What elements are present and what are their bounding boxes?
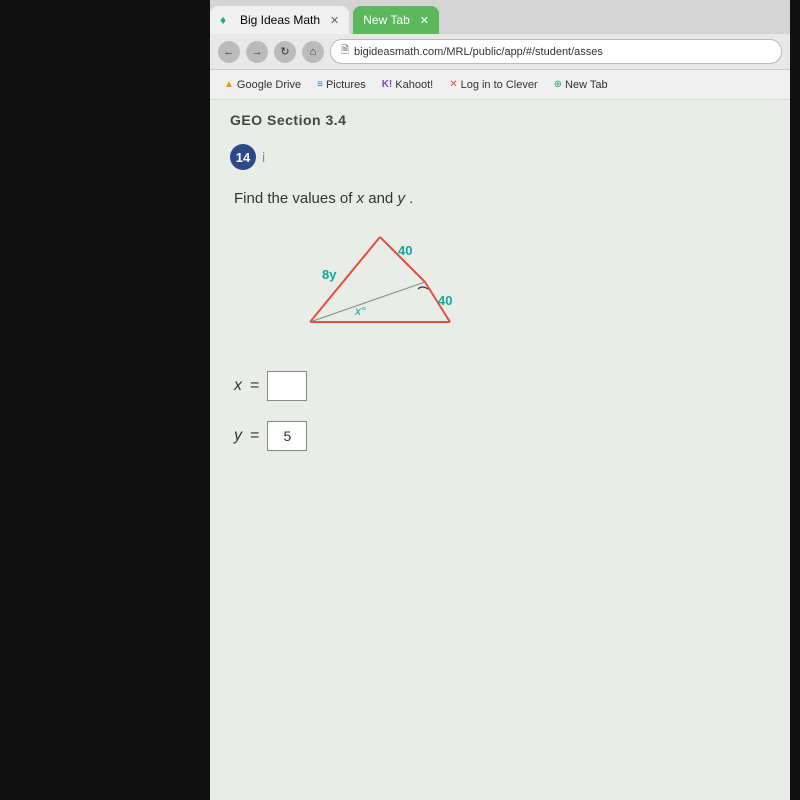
bookmark-newtab-label: New Tab [565,79,608,91]
tab-bar: ♦ Big Ideas Math ✕ New Tab ✕ [210,0,790,34]
url-page-icon: 🗎 [341,43,349,60]
left-dark-panel [0,0,210,800]
tab-bigideas[interactable]: ♦ Big Ideas Math ✕ [210,6,349,34]
clever-icon: ✕ [449,79,457,90]
bookmark-clever[interactable]: ✕ Log in to Clever [443,77,543,93]
x-label: x [234,377,242,395]
svg-text:8y: 8y [322,267,337,282]
url-bar[interactable]: 🗎 bigideasmath.com/MRL/public/app/#/stud… [330,39,782,64]
section-title: GEO Section 3.4 [230,112,770,128]
tab-newtab[interactable]: New Tab ✕ [353,6,439,34]
svg-text:x°: x° [354,304,366,318]
home-button[interactable]: ⌂ [302,41,324,63]
triangle-diagram: 40 40 8y x° [250,227,470,347]
bookmark-newtab[interactable]: ⊕ New Tab [548,77,614,93]
y-equals: = [250,427,259,445]
y-answer-row: y = [234,421,770,451]
bookmark-pictures[interactable]: ≡ Pictures [311,77,372,93]
svg-text:40: 40 [398,243,412,258]
pictures-icon: ≡ [317,79,323,90]
question-number: 14 [230,144,256,170]
address-bar: ← → ↻ ⌂ 🗎 bigideasmath.com/MRL/public/ap… [210,34,790,70]
newtab-tab-close[interactable]: ✕ [420,14,429,27]
browser-window: ♦ Big Ideas Math ✕ New Tab ✕ ← → ↻ ⌂ 🗎 b… [210,0,790,800]
triangle-svg: 40 40 8y x° [250,227,470,347]
url-text: bigideasmath.com/MRL/public/app/#/studen… [354,46,603,58]
right-dark-panel [790,0,800,800]
bookmark-kahoot-label: Kahoot! [395,79,433,91]
info-icon: i [262,149,265,165]
drive-icon: ▲ [224,79,234,90]
question-row: 14 i [230,144,770,170]
kahoot-icon: K! [382,79,393,90]
bookmark-clever-label: Log in to Clever [461,79,538,91]
forward-button[interactable]: → [246,41,268,63]
question-block: 14 i Find the values of x and y . [230,144,770,451]
svg-text:40: 40 [438,293,452,308]
back-button[interactable]: ← [218,41,240,63]
question-text: Find the values of x and y . [234,190,770,207]
bookmark-drive-label: Google Drive [237,79,301,91]
bookmarks-bar: ▲ Google Drive ≡ Pictures K! Kahoot! ✕ L… [210,70,790,100]
bigideas-tab-close[interactable]: ✕ [330,14,339,27]
newtab-icon: ⊕ [554,79,562,90]
bigideas-tab-icon: ♦ [220,13,234,27]
bookmark-kahoot[interactable]: K! Kahoot! [376,77,439,93]
y-label: y [234,427,242,445]
page-content: GEO Section 3.4 14 i Find the values of … [210,100,790,800]
reload-button[interactable]: ↻ [274,41,296,63]
bigideas-tab-label: Big Ideas Math [240,13,320,27]
x-input[interactable] [267,371,307,401]
x-answer-row: x = [234,371,770,401]
bookmark-pictures-label: Pictures [326,79,366,91]
bookmark-drive[interactable]: ▲ Google Drive [218,77,307,93]
x-equals: = [250,377,259,395]
y-input[interactable] [267,421,307,451]
newtab-tab-label: New Tab [363,13,409,27]
